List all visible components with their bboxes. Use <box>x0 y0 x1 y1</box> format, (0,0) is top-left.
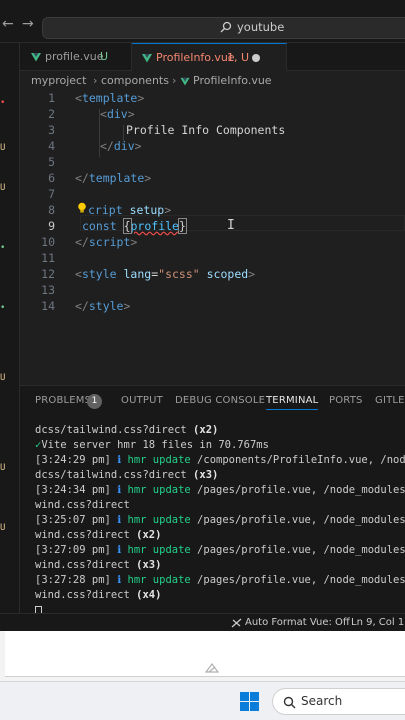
chevron-right-icon: › <box>93 74 98 87</box>
info-icon: ℹ <box>117 454 122 466</box>
tab-label: profile.vue <box>45 50 104 63</box>
explorer-status-marker: U <box>0 523 6 533</box>
explorer-error-marker: • <box>0 98 6 108</box>
lightbulb-icon[interactable] <box>77 202 87 214</box>
line-number: 12 <box>41 267 55 281</box>
vue-file-icon <box>180 77 190 86</box>
explorer-status-marker: U <box>0 183 6 193</box>
tab-label: ProfileInfo.vue <box>156 51 235 64</box>
vue-file-icon <box>142 54 152 63</box>
search-icon <box>220 21 232 33</box>
tab-status: 1, U <box>227 51 250 64</box>
terminal-line: wind.css?direct (x4) <box>35 589 162 601</box>
problems-count-badge: 1 <box>87 394 102 409</box>
text-cursor-icon: I <box>227 218 235 233</box>
activity-bar: • U U • • U U U <box>0 43 20 613</box>
line-number: 3 <box>48 123 55 137</box>
code-line: </template> <box>75 171 152 185</box>
tab-ports[interactable]: PORTS <box>329 395 363 406</box>
line-number: 11 <box>41 251 55 265</box>
terminal-line: [3:24:34 pm] ℹ hmr update /pages/profile… <box>35 484 405 496</box>
info-icon: ℹ <box>117 574 122 586</box>
status-bar: Auto Format Vue: Off Ln 9, Col 17 <box>0 613 405 631</box>
breadcrumb-item[interactable]: components <box>101 71 169 91</box>
terminal-line: [3:27:28 pm] ℹ hmr update /pages/profile… <box>35 574 405 586</box>
title-bar: ← → youtube <box>0 0 405 43</box>
explorer-status-marker: U <box>0 143 6 153</box>
bottom-panel: PROBLEMS 1 OUTPUT DEBUG CONSOLE TERMINAL… <box>20 385 405 618</box>
line-number-active: 9 <box>48 219 55 233</box>
code-line: </div> <box>100 139 142 153</box>
info-icon: ℹ <box>117 514 122 526</box>
code-line: </script> <box>75 235 138 249</box>
back-arrow-icon[interactable]: ← <box>2 16 14 32</box>
unsaved-dot-icon[interactable] <box>252 54 260 62</box>
line-number: 1 <box>48 91 55 105</box>
breadcrumb-item[interactable]: ProfileInfo.vue <box>193 71 272 91</box>
code-line: Profile Info Components <box>126 123 286 137</box>
search-icon <box>283 696 296 709</box>
terminal-line: [3:25:07 pm] ℹ hmr update /pages/profile… <box>35 514 405 526</box>
tab-profile-vue[interactable]: profile.vue U <box>20 43 132 71</box>
line-number: 7 <box>48 187 55 201</box>
explorer-status-marker: U <box>0 463 6 473</box>
info-icon: ℹ <box>117 484 122 496</box>
tab-gitlens[interactable]: GITLEN <box>375 395 405 406</box>
info-icon: ℹ <box>117 544 122 556</box>
terminal-line: dcss/tailwind.css?direct (x2) <box>35 424 219 436</box>
chevron-right-icon: › <box>172 74 177 87</box>
code-line: <template> <box>75 91 145 105</box>
desktop-background <box>0 631 405 681</box>
code-line: </style> <box>75 299 131 313</box>
line-number: 13 <box>41 283 55 297</box>
line-number: 2 <box>48 107 55 121</box>
tab-output[interactable]: OUTPUT <box>121 395 163 406</box>
line-number: 14 <box>41 299 55 313</box>
windows-start-icon[interactable] <box>240 692 259 711</box>
tab-terminal[interactable]: TERMINAL <box>266 395 319 410</box>
forward-arrow-icon[interactable]: → <box>22 16 34 32</box>
command-center-search[interactable]: youtube <box>42 17 405 39</box>
code-line: const {profile} <box>82 218 187 234</box>
code-line: <div> <box>100 107 135 121</box>
taskbar: Search <box>0 681 405 720</box>
breadcrumb-item[interactable]: myproject <box>31 71 86 91</box>
line-number: 4 <box>48 139 55 153</box>
tab-problems[interactable]: PROBLEMS <box>35 395 91 406</box>
taskbar-search-placeholder: Search <box>301 694 343 708</box>
line-number: 8 <box>48 203 55 217</box>
explorer-status-marker: U <box>0 373 6 383</box>
terminal-line: ✓Vite server hmr 18 files in 70.767ms <box>35 439 269 451</box>
terminal-line: [3:27:09 pm] ℹ hmr update /pages/profile… <box>35 544 405 556</box>
code-line: <style lang="scss" scoped> <box>75 267 256 281</box>
format-off-icon <box>231 618 242 628</box>
terminal-line: wind.css?direct (x2) <box>35 529 162 541</box>
explorer-status-marker: • <box>0 243 6 253</box>
taskbar-search[interactable]: Search <box>272 688 405 715</box>
tab-profileinfo-vue[interactable]: ProfileInfo.vue 1, U <box>132 43 287 71</box>
breadcrumb: myproject › components › ProfileInfo.vue <box>20 71 405 91</box>
line-number: 10 <box>41 235 55 249</box>
code-line: cript setup> <box>88 203 172 217</box>
command-center-text: youtube <box>237 20 285 34</box>
terminal-line: dcss/tailwind.css?direct (x3) <box>35 469 219 481</box>
terminal-line: wind.css?direct (x3) <box>35 559 162 571</box>
explorer-status-marker: • <box>0 303 6 313</box>
terminal-line: wind.css?direct <box>35 499 130 511</box>
tab-status: U <box>100 50 109 63</box>
editor-tabs: profile.vue U ProfileInfo.vue 1, U <box>20 43 405 71</box>
cursor-position[interactable]: Ln 9, Col 17 <box>351 617 405 628</box>
app-glyph-icon <box>205 663 219 673</box>
code-editor[interactable]: 1 2 3 4 5 6 7 8 9 10 11 12 13 14 <templa… <box>20 91 405 381</box>
auto-format-status[interactable]: Auto Format Vue: Off <box>245 617 350 628</box>
tab-debug-console[interactable]: DEBUG CONSOLE <box>175 395 265 406</box>
line-number: 5 <box>48 155 55 169</box>
vue-file-icon <box>31 53 41 62</box>
line-number: 6 <box>48 171 55 185</box>
terminal-line: [3:24:29 pm] ℹ hmr update /components/Pr… <box>35 454 405 466</box>
